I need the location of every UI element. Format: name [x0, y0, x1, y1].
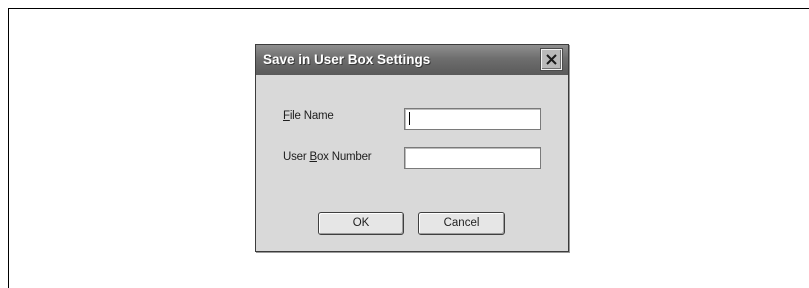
save-in-user-box-settings-dialog: Save in User Box Settings File Name User… — [255, 44, 569, 252]
user-box-number-mnemonic: B — [309, 151, 317, 163]
text-caret — [409, 112, 410, 125]
user-box-number-input[interactable] — [404, 147, 541, 169]
file-name-mnemonic: F — [283, 110, 290, 122]
ok-button[interactable]: OK — [318, 212, 404, 235]
file-name-input[interactable] — [404, 108, 541, 130]
dialog-title: Save in User Box Settings — [263, 52, 431, 67]
user-box-number-label-start: User — [283, 151, 310, 163]
title-bar: Save in User Box Settings — [256, 45, 568, 75]
user-box-number-label: User Box Number — [283, 151, 372, 163]
file-name-label: File Name — [283, 110, 334, 122]
cancel-button[interactable]: Cancel — [418, 212, 505, 235]
user-box-number-label-end: ox Number — [316, 151, 372, 163]
close-button[interactable] — [541, 49, 562, 70]
close-x-icon — [546, 54, 557, 65]
file-name-label-text: ile Name — [289, 110, 334, 122]
file-name-field-wrap — [404, 108, 541, 130]
